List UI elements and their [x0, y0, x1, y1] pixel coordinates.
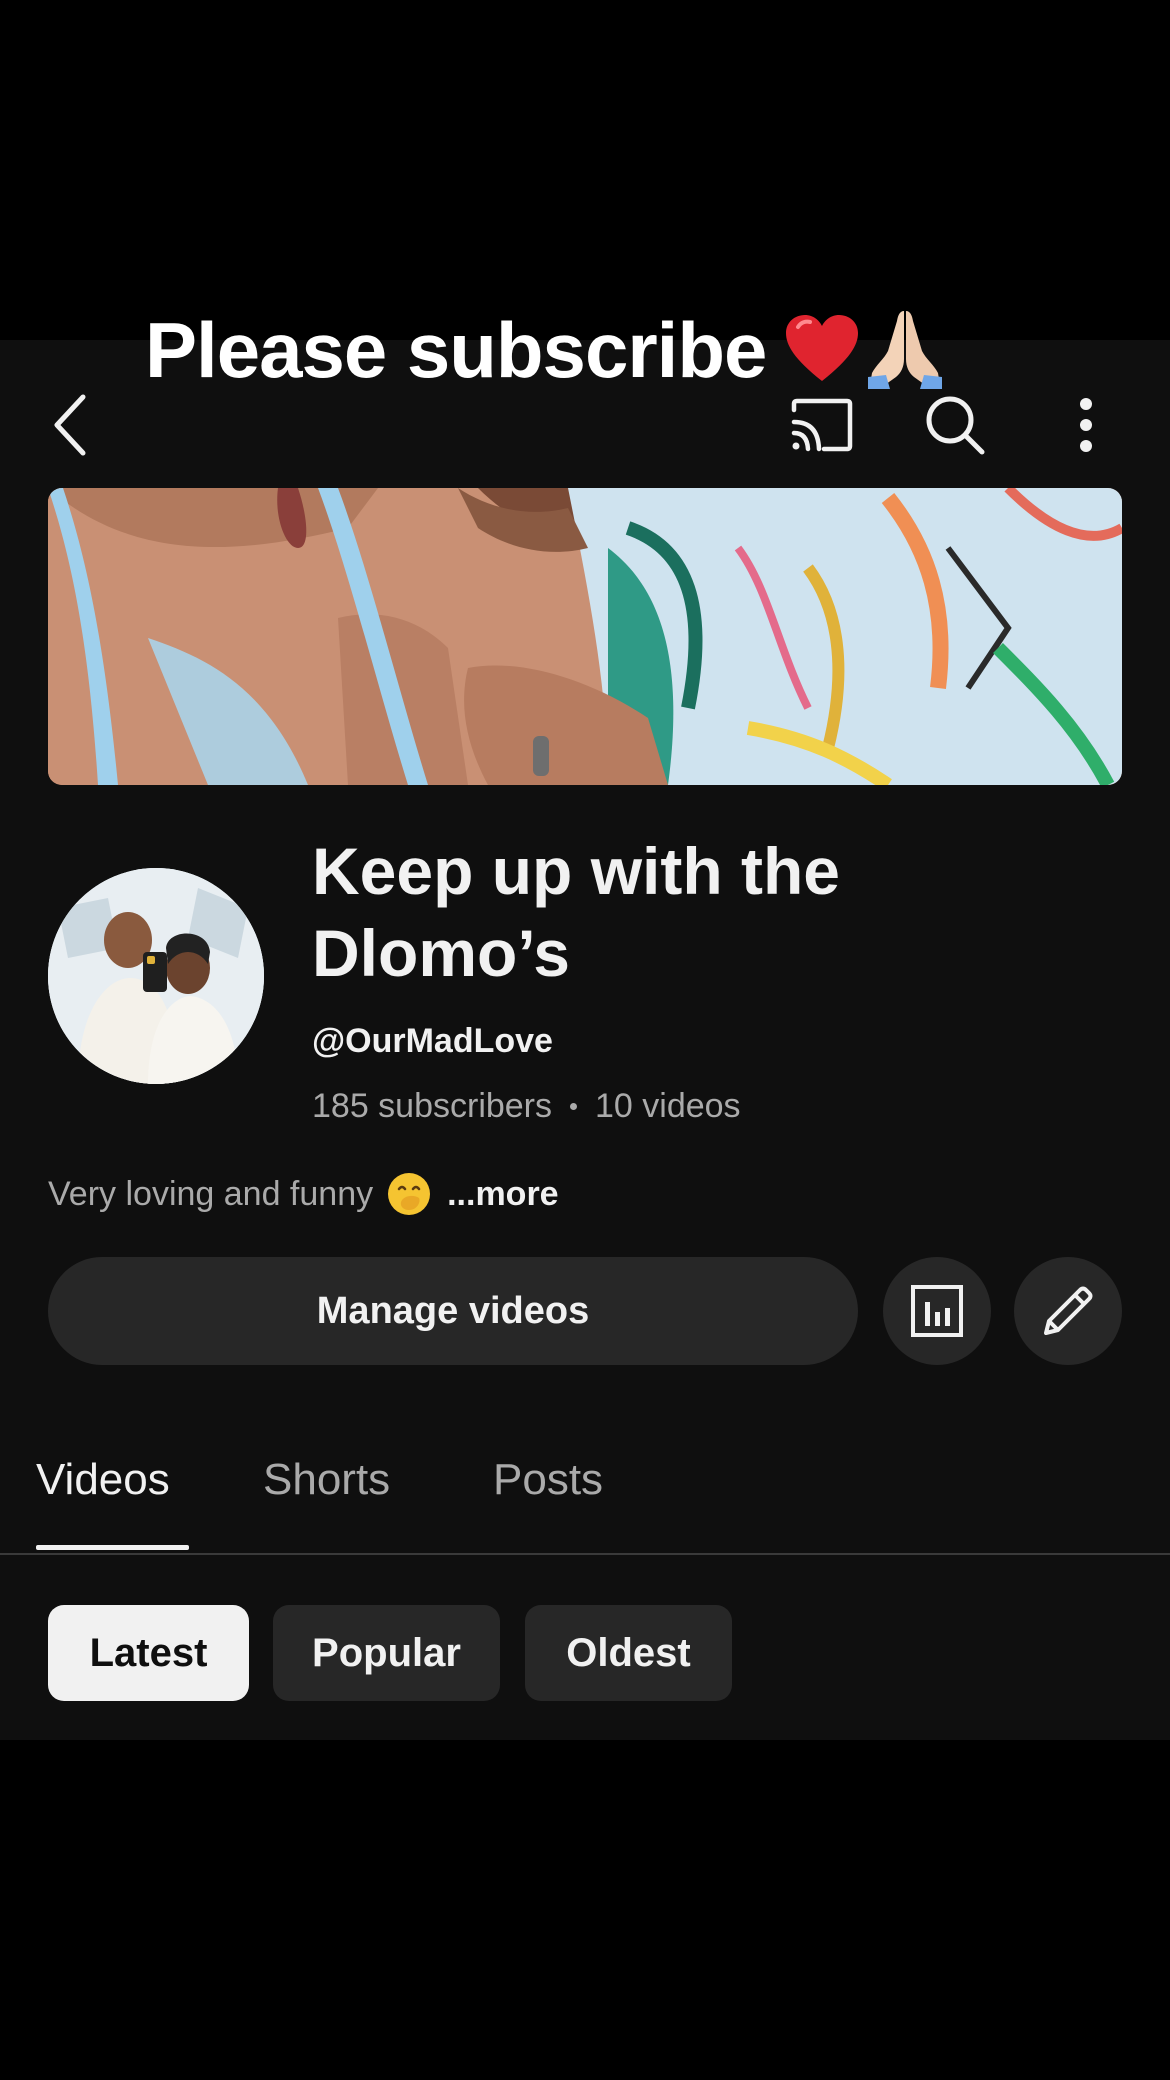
avatar-photo	[48, 868, 264, 1084]
channel-avatar[interactable]	[48, 868, 264, 1084]
tab-posts[interactable]: Posts	[493, 1455, 603, 1505]
back-button[interactable]	[36, 390, 106, 460]
tab-videos[interactable]: Videos	[36, 1455, 170, 1505]
cast-button[interactable]	[787, 390, 857, 460]
video-count: 10 videos	[595, 1087, 741, 1125]
channel-banner	[48, 488, 1122, 785]
tab-shorts[interactable]: Shorts	[263, 1455, 390, 1505]
more-vertical-icon	[1080, 398, 1092, 452]
edit-channel-button[interactable]	[1014, 1257, 1122, 1365]
active-tab-indicator	[36, 1545, 189, 1550]
channel-handle: @OurMadLove	[312, 1022, 553, 1060]
cast-icon	[791, 398, 853, 452]
subscriber-count: 185 subscribers	[312, 1087, 553, 1125]
caption-text: Please subscribe	[145, 306, 767, 394]
separator-dot	[570, 1103, 578, 1110]
analytics-button[interactable]	[883, 1257, 991, 1365]
analytics-icon	[911, 1285, 963, 1337]
banner-photo	[48, 488, 1122, 785]
search-icon	[926, 396, 985, 455]
tabs-divider	[0, 1553, 1170, 1555]
description-text: Very loving and funny	[48, 1174, 374, 1213]
overlay-caption: Please subscribe	[145, 305, 944, 396]
search-button[interactable]	[920, 390, 990, 460]
filter-chip-latest[interactable]: Latest	[48, 1605, 249, 1701]
filter-chip-popular[interactable]: Popular	[273, 1605, 500, 1701]
filter-chip-oldest[interactable]: Oldest	[525, 1605, 732, 1701]
praying-hands-emoji-icon	[868, 311, 943, 389]
channel-stats: 185 subscribers 10 videos	[312, 1087, 741, 1126]
channel-description[interactable]: Very loving and funny ...more	[48, 1172, 559, 1216]
pencil-icon	[1044, 1286, 1093, 1335]
heart-emoji-icon	[786, 315, 859, 381]
more-options-button[interactable]	[1051, 390, 1121, 460]
more-link[interactable]: ...more	[447, 1175, 558, 1214]
face-with-hand-over-mouth-emoji-icon	[388, 1173, 431, 1215]
chevron-left-icon	[54, 394, 86, 456]
manage-videos-button[interactable]: Manage videos	[48, 1257, 858, 1365]
channel-name: Keep up with the Dlomo’s	[312, 834, 840, 990]
